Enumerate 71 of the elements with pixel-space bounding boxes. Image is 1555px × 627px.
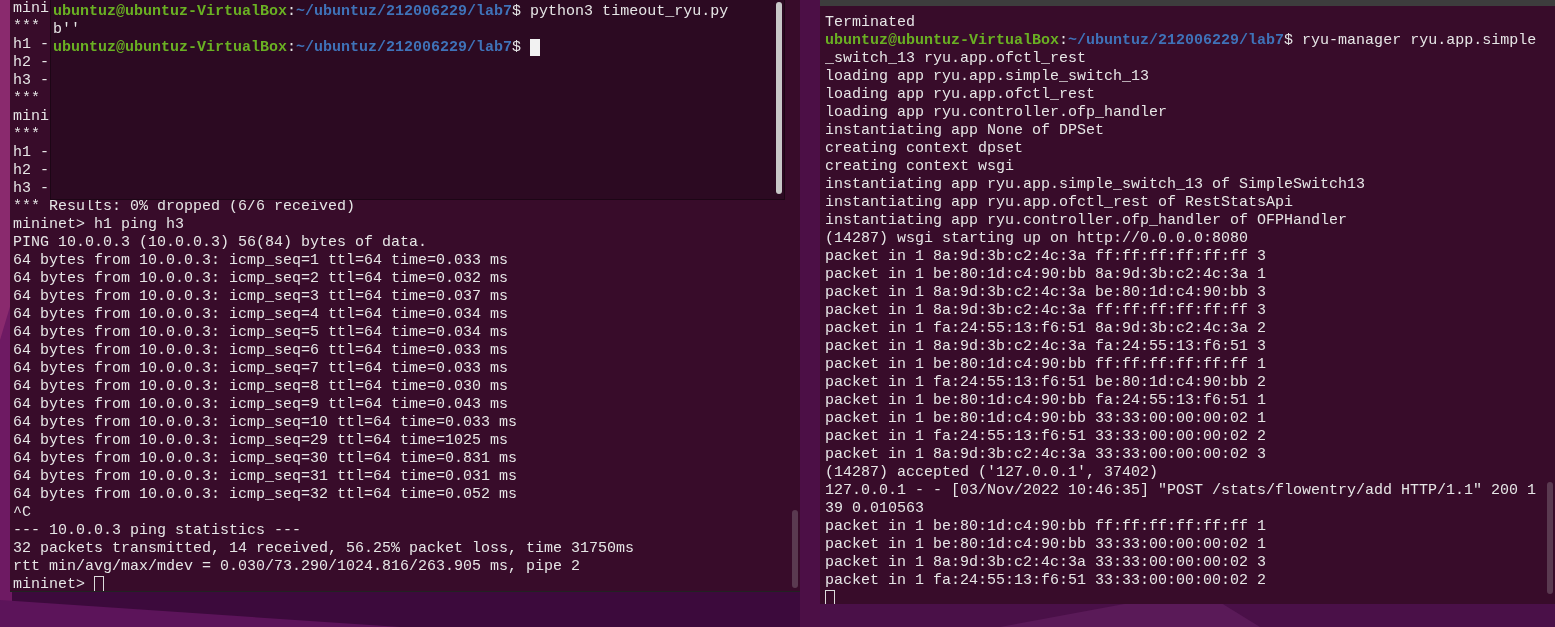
output-line: (14287) accepted ('127.0.0.1', 37402) <box>825 464 1159 482</box>
output-line: _switch_13 ryu.app.ofctl_rest <box>825 50 1087 68</box>
output-line: rtt min/avg/max/mdev = 0.030/73.290/1024.816/263.905 ms, pipe 2 <box>13 558 581 576</box>
output-line: *** <box>13 90 40 108</box>
output-line: mininet> <box>13 576 86 591</box>
output-line: instantiating app ryu.app.ofctl_rest of RestStatsApi <box>825 194 1294 212</box>
output-line: 64 bytes from 10.0.0.3: icmp_seq=4 ttl=64 time=0.034 ms <box>13 306 509 324</box>
output-line: 39 0.010563 <box>825 500 925 518</box>
scrollbar[interactable] <box>792 510 798 588</box>
output-line: loading app ryu.app.simple_switch_13 <box>825 68 1150 86</box>
output-line: packet in 1 be:80:1d:c4:90:bb fa:24:55:13:f6:51 1 <box>825 392 1267 410</box>
scrollbar[interactable] <box>776 2 782 194</box>
output-line: 64 bytes from 10.0.0.3: icmp_seq=7 ttl=64 time=0.033 ms <box>13 360 509 378</box>
output-line: 64 bytes from 10.0.0.3: icmp_seq=10 ttl=64 time=0.033 ms <box>13 414 518 432</box>
output-line: *** <box>13 18 40 36</box>
output-line: 64 bytes from 10.0.0.3: icmp_seq=3 ttl=64 time=0.037 ms <box>13 288 509 306</box>
output-line: mini <box>13 108 49 126</box>
prompt-line: ubuntuz@ubuntuz-VirtualBox:~/ubuntuz/212006229/lab7$ ryu-manager ryu.app.simple <box>825 32 1537 50</box>
output-line: packet in 1 8a:9d:3b:c2:4c:3a 33:33:00:00:00:02 3 <box>825 446 1267 464</box>
output-line: 64 bytes from 10.0.0.3: icmp_seq=29 ttl=64 time=1025 ms <box>13 432 509 450</box>
output-line: packet in 1 be:80:1d:c4:90:bb 8a:9d:3b:c2:4c:3a 1 <box>825 266 1267 284</box>
output-line: 64 bytes from 10.0.0.3: icmp_seq=31 ttl=64 time=0.031 ms <box>13 468 518 486</box>
output-line: 64 bytes from 10.0.0.3: icmp_seq=6 ttl=64 time=0.033 ms <box>13 342 509 360</box>
output-line: instantiating app ryu.app.simple_switch_13 of SimpleSwitch13 <box>825 176 1366 194</box>
output-line: packet in 1 be:80:1d:c4:90:bb ff:ff:ff:ff:ff:ff 1 <box>825 518 1267 536</box>
output-line: loading app ryu.controller.ofp_handler <box>825 104 1168 122</box>
output-line: packet in 1 be:80:1d:c4:90:bb 33:33:00:00:00:02 1 <box>825 410 1267 428</box>
output-line: 64 bytes from 10.0.0.3: icmp_seq=30 ttl=64 time=0.831 ms <box>13 450 518 468</box>
output-line: (14287) wsgi starting up on http://0.0.0.0:8080 <box>825 230 1249 248</box>
output-line: loading app ryu.app.ofctl_rest <box>825 86 1096 104</box>
prompt-line: ubuntuz@ubuntuz-VirtualBox:~/ubuntuz/212006229/lab7$ <box>53 39 523 57</box>
output-line: packet in 1 fa:24:55:13:f6:51 33:33:00:00:00:02 2 <box>825 572 1267 590</box>
output-line: packet in 1 8a:9d:3b:c2:4c:3a ff:ff:ff:ff:ff:ff 3 <box>825 248 1267 266</box>
output-line: packet in 1 fa:24:55:13:f6:51 33:33:00:00:00:02 2 <box>825 428 1267 446</box>
output-line: 64 bytes from 10.0.0.3: icmp_seq=8 ttl=64 time=0.030 ms <box>13 378 509 396</box>
prompt-line: ubuntuz@ubuntuz-VirtualBox:~/ubuntuz/212006229/lab7$ python3 timeout_ryu.py <box>53 3 729 21</box>
output-line: packet in 1 be:80:1d:c4:90:bb 33:33:00:00:00:02 1 <box>825 536 1267 554</box>
output-line: ^C <box>13 504 31 522</box>
output-line: h1 - <box>13 144 49 162</box>
scrollbar[interactable] <box>1547 482 1553 594</box>
output-line: h3 - <box>13 72 49 90</box>
output-line: creating context dpset <box>825 140 1024 158</box>
output-line: creating context wsgi <box>825 158 1015 176</box>
output-line: --- 10.0.0.3 ping statistics --- <box>13 522 302 540</box>
output-line: 64 bytes from 10.0.0.3: icmp_seq=5 ttl=64 time=0.034 ms <box>13 324 509 342</box>
output-line: 32 packets transmitted, 14 received, 56.25% packet loss, time 31750ms <box>13 540 635 558</box>
output-line: h1 - <box>13 36 49 54</box>
output-line: 64 bytes from 10.0.0.3: icmp_seq=1 ttl=64 time=0.033 ms <box>13 252 509 270</box>
output-line: instantiating app None of DPSet <box>825 122 1105 140</box>
output-line: h2 - <box>13 162 49 180</box>
output-line: 64 bytes from 10.0.0.3: icmp_seq=9 ttl=64 time=0.043 ms <box>13 396 509 414</box>
output-line: b'' <box>53 21 80 39</box>
output-line: *** <box>13 126 40 144</box>
output-line: h3 - <box>13 180 49 198</box>
output-line: packet in 1 be:80:1d:c4:90:bb ff:ff:ff:ff:ff:ff 1 <box>825 356 1267 374</box>
output-line: Terminated <box>825 14 915 32</box>
output-line: packet in 1 8a:9d:3b:c2:4c:3a be:80:1d:c4:90:bb 3 <box>825 284 1267 302</box>
output-line: packet in 1 8a:9d:3b:c2:4c:3a ff:ff:ff:ff:ff:ff 3 <box>825 302 1267 320</box>
output-line: 64 bytes from 10.0.0.3: icmp_seq=32 ttl=64 time=0.052 ms <box>13 486 518 504</box>
output-line: h2 - <box>13 54 49 72</box>
output-line: packet in 1 fa:24:55:13:f6:51 be:80:1d:c4:90:bb 2 <box>825 374 1267 392</box>
output-line: packet in 1 fa:24:55:13:f6:51 8a:9d:3b:c2:4c:3a 2 <box>825 320 1267 338</box>
output-line: packet in 1 8a:9d:3b:c2:4c:3a fa:24:55:13:f6:51 3 <box>825 338 1267 356</box>
output-line: *** Results: 0% dropped (6/6 received) <box>13 198 356 216</box>
output-line: instantiating app ryu.controller.ofp_handler of OFPHandler <box>825 212 1348 230</box>
output-line: packet in 1 8a:9d:3b:c2:4c:3a 33:33:00:00:00:02 3 <box>825 554 1267 572</box>
output-line: 127.0.0.1 - - [03/Nov/2022 10:46:35] "POST /stats/flowentry/add HTTP/1.1" 200 1 <box>825 482 1537 500</box>
output-line: mininet> h1 ping h3 <box>13 216 185 234</box>
output-line: PING 10.0.0.3 (10.0.0.3) 56(84) bytes of data. <box>13 234 428 252</box>
output-line: 64 bytes from 10.0.0.3: icmp_seq=2 ttl=64 time=0.032 ms <box>13 270 509 288</box>
output-line: mini <box>13 0 49 18</box>
